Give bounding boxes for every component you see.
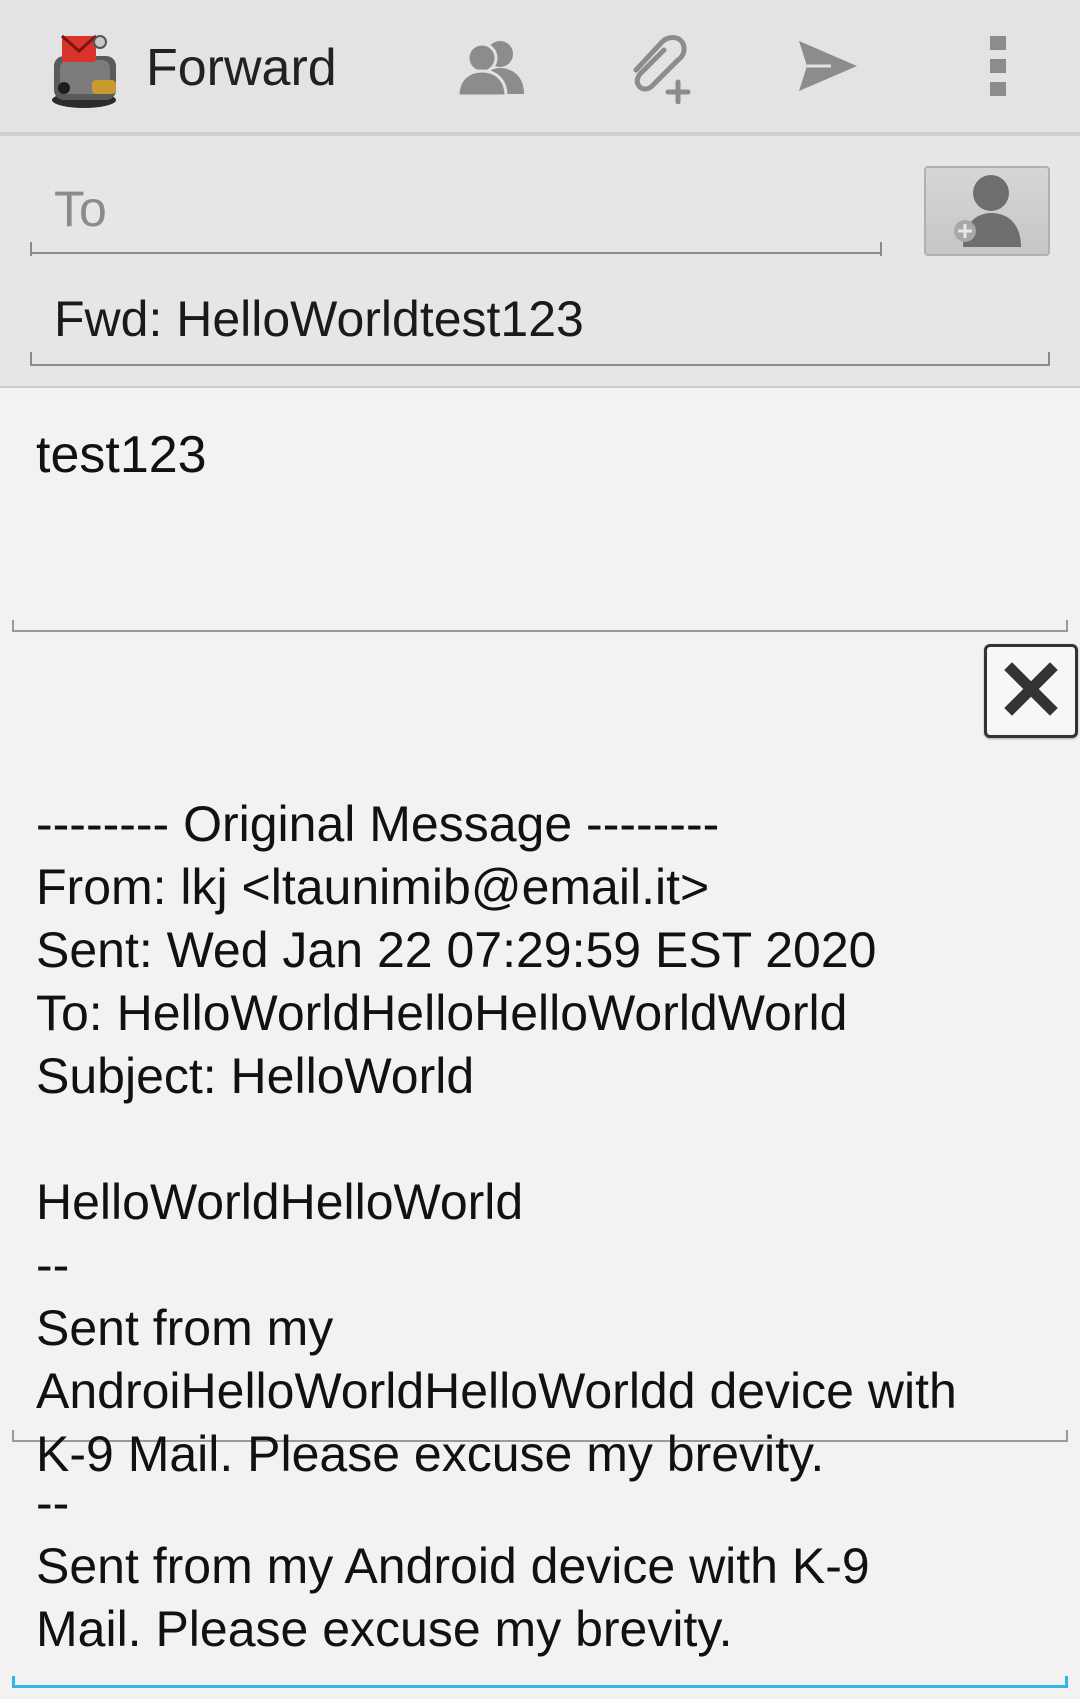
quoted-line: HelloWorldHelloWorld bbox=[36, 1174, 524, 1230]
message-body-text: test123 bbox=[36, 426, 207, 484]
quoted-line bbox=[36, 1108, 1046, 1171]
signature-text: -- Sent from my Android device with K-9 … bbox=[36, 1472, 1046, 1661]
add-contact-button[interactable] bbox=[924, 166, 1050, 256]
quoted-message-text: -------- Original Message -------- From:… bbox=[36, 730, 1046, 1486]
send-button[interactable] bbox=[780, 20, 876, 116]
screen-title: Forward bbox=[146, 39, 337, 97]
contacts-button[interactable] bbox=[444, 20, 540, 116]
signature-line: -- bbox=[36, 1475, 70, 1531]
overflow-menu-button[interactable] bbox=[950, 20, 1046, 116]
attach-button[interactable] bbox=[612, 20, 708, 116]
signature-field[interactable]: -- Sent from my Android device with K-9 … bbox=[12, 1460, 1068, 1688]
quoted-line bbox=[36, 730, 1046, 793]
add-contact-icon bbox=[951, 171, 1023, 252]
contacts-icon bbox=[456, 36, 528, 101]
action-bar: Forward bbox=[0, 0, 1080, 136]
quoted-line: To: HelloWorldHelloHelloWorldWorld bbox=[36, 985, 848, 1041]
send-icon bbox=[797, 39, 859, 98]
attach-icon bbox=[622, 28, 698, 109]
subject-field[interactable]: Fwd: HelloWorldtest123 bbox=[30, 274, 1050, 366]
quoted-line: Sent: Wed Jan 22 07:29:59 EST 2020 bbox=[36, 922, 877, 978]
overflow-menu-icon bbox=[988, 34, 1008, 103]
quoted-message-field[interactable]: -------- Original Message -------- From:… bbox=[12, 730, 1068, 1482]
quoted-line: From: lkj <ltaunimib@email.it> bbox=[36, 859, 710, 915]
remove-quoted-text-button[interactable] bbox=[984, 644, 1078, 738]
quoted-line: AndroiHelloWorldHelloWorldd device with bbox=[36, 1363, 957, 1419]
k9-mail-icon[interactable] bbox=[44, 24, 124, 110]
signature-line: Mail. Please excuse my brevity. bbox=[36, 1601, 733, 1657]
quoted-line: Subject: HelloWorld bbox=[36, 1048, 475, 1104]
quoted-line: -- bbox=[36, 1237, 70, 1293]
close-icon bbox=[1004, 661, 1058, 721]
compose-header: Fwd: HelloWorldtest123 bbox=[0, 136, 1080, 388]
message-body-field[interactable]: test123 bbox=[12, 400, 1068, 632]
quoted-line: Sent from my bbox=[36, 1300, 334, 1356]
quoted-line: -------- Original Message -------- bbox=[36, 796, 720, 852]
signature-line: Sent from my Android device with K-9 bbox=[36, 1538, 870, 1594]
compose-screen: Forward To Fwd: HelloWorldtest123 test12… bbox=[0, 0, 1080, 1699]
to-field[interactable] bbox=[30, 166, 882, 254]
